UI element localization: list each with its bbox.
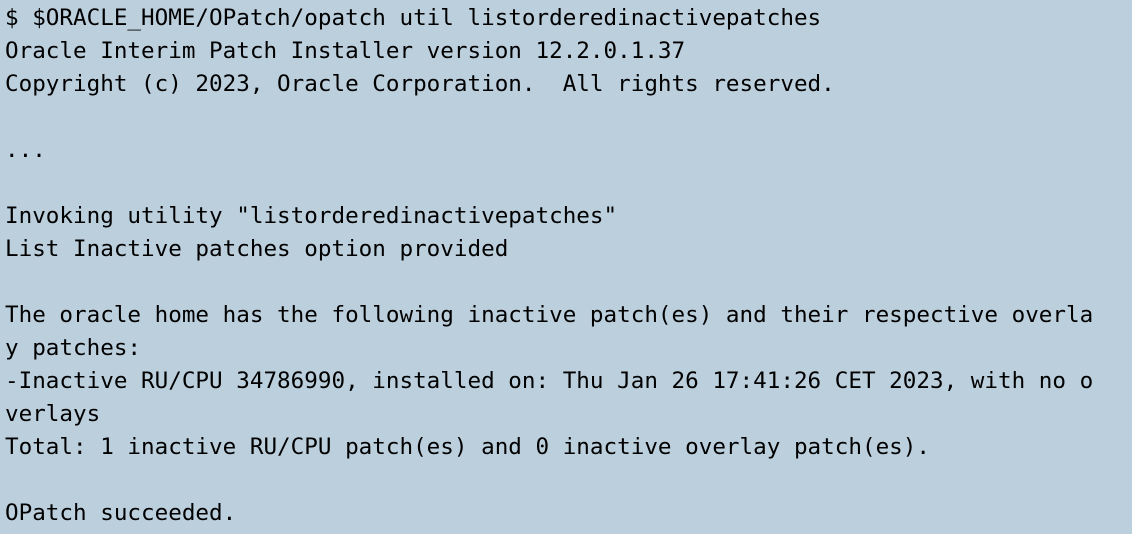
output-line: ... (5, 137, 46, 163)
output-line: y patches: (5, 335, 142, 361)
output-line: Copyright (c) 2023, Oracle Corporation. … (5, 71, 835, 97)
output-line: The oracle home has the following inacti… (5, 302, 1094, 328)
status-line: OPatch succeeded. (5, 500, 237, 526)
command-line: $ $ORACLE_HOME/OPatch/opatch util listor… (5, 5, 822, 31)
terminal-output[interactable]: $ $ORACLE_HOME/OPatch/opatch util listor… (0, 0, 1132, 534)
output-line: Invoking utility "listorderedinactivepat… (5, 203, 618, 229)
output-line: Total: 1 inactive RU/CPU patch(es) and 0… (5, 434, 930, 460)
output-line: Oracle Interim Patch Installer version 1… (5, 38, 686, 64)
output-line: List Inactive patches option provided (5, 236, 509, 262)
output-line: -Inactive RU/CPU 34786990, installed on:… (5, 368, 1094, 394)
output-line: verlays (5, 401, 101, 427)
